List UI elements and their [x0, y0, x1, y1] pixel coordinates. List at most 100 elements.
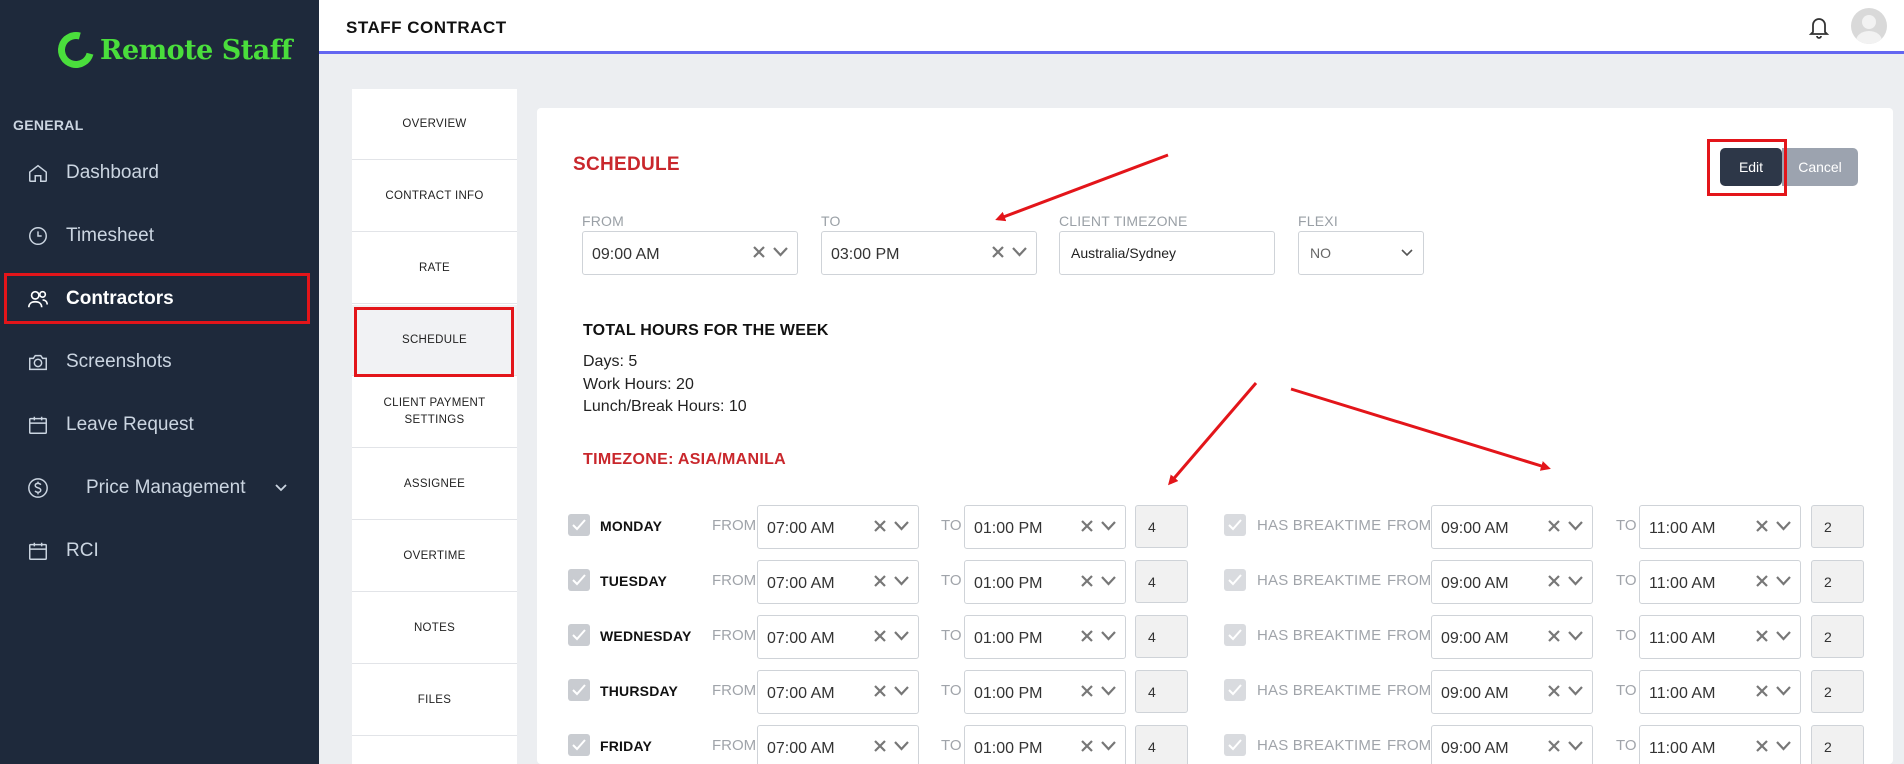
- chevron-down-icon[interactable]: [894, 521, 909, 531]
- clear-icon[interactable]: [991, 245, 1005, 259]
- break-from-select[interactable]: 09:00 AM: [1431, 725, 1593, 764]
- break-hours-field[interactable]: 2: [1811, 560, 1864, 603]
- clear-icon[interactable]: [873, 629, 887, 643]
- tab-files[interactable]: FILES: [352, 665, 517, 736]
- to-select[interactable]: 03:00 PM: [821, 231, 1037, 275]
- day-to-select[interactable]: 01:00 PM: [964, 505, 1126, 549]
- chevron-down-icon[interactable]: [894, 631, 909, 641]
- tab-overview[interactable]: OVERVIEW: [352, 89, 517, 160]
- chevron-down-icon[interactable]: [1776, 521, 1791, 531]
- day-to-select[interactable]: 01:00 PM: [964, 670, 1126, 714]
- day-checkbox[interactable]: [568, 734, 590, 756]
- day-checkbox[interactable]: [568, 569, 590, 591]
- day-hours-field[interactable]: 4: [1135, 505, 1188, 548]
- tab-notes[interactable]: NOTES: [352, 593, 517, 664]
- day-checkbox[interactable]: [568, 624, 590, 646]
- clear-icon[interactable]: [1547, 574, 1561, 588]
- chevron-down-icon[interactable]: [1101, 686, 1116, 696]
- day-checkbox[interactable]: [568, 679, 590, 701]
- clear-icon[interactable]: [752, 245, 766, 259]
- tab-rate[interactable]: RATE: [352, 233, 517, 304]
- clear-icon[interactable]: [873, 519, 887, 533]
- break-to-select[interactable]: 11:00 AM: [1639, 615, 1801, 659]
- clear-icon[interactable]: [1547, 739, 1561, 753]
- flexi-select[interactable]: NO: [1298, 231, 1424, 275]
- chevron-down-icon[interactable]: [1101, 521, 1116, 531]
- chevron-down-icon[interactable]: [894, 576, 909, 586]
- has-break-checkbox[interactable]: [1224, 624, 1246, 646]
- day-from-select[interactable]: 07:00 AM: [757, 560, 919, 604]
- chevron-down-icon[interactable]: [1568, 521, 1583, 531]
- avatar[interactable]: [1851, 8, 1887, 44]
- sidebar-item-dashboard[interactable]: Dashboard: [0, 148, 319, 198]
- chevron-down-icon[interactable]: [1012, 247, 1027, 257]
- tab-client-payment-settings[interactable]: CLIENT PAYMENT SETTINGS: [352, 377, 517, 448]
- clear-icon[interactable]: [1547, 684, 1561, 698]
- sidebar-item-price-management[interactable]: Price Management: [0, 463, 319, 513]
- break-hours-field[interactable]: 2: [1811, 505, 1864, 548]
- sidebar-item-screenshots[interactable]: Screenshots: [0, 337, 319, 387]
- brand-logo[interactable]: Remote Staff: [51, 25, 292, 75]
- clear-icon[interactable]: [873, 684, 887, 698]
- day-from-select[interactable]: 07:00 AM: [757, 670, 919, 714]
- has-break-checkbox[interactable]: [1224, 569, 1246, 591]
- tab-overtime[interactable]: OVERTIME: [352, 521, 517, 592]
- break-from-select[interactable]: 09:00 AM: [1431, 505, 1593, 549]
- chevron-down-icon[interactable]: [1401, 249, 1413, 257]
- chevron-down-icon[interactable]: [773, 247, 788, 257]
- clear-icon[interactable]: [873, 574, 887, 588]
- tab-schedule[interactable]: SCHEDULE: [352, 305, 517, 377]
- clear-icon[interactable]: [1547, 519, 1561, 533]
- day-hours-field[interactable]: 4: [1135, 670, 1188, 713]
- has-break-checkbox[interactable]: [1224, 514, 1246, 536]
- day-to-select[interactable]: 01:00 PM: [964, 560, 1126, 604]
- clear-icon[interactable]: [1755, 684, 1769, 698]
- clear-icon[interactable]: [1755, 519, 1769, 533]
- chevron-down-icon[interactable]: [1568, 741, 1583, 751]
- chevron-down-icon[interactable]: [1568, 686, 1583, 696]
- chevron-down-icon[interactable]: [1101, 576, 1116, 586]
- chevron-down-icon[interactable]: [1776, 631, 1791, 641]
- clear-icon[interactable]: [1755, 574, 1769, 588]
- chevron-down-icon[interactable]: [1776, 741, 1791, 751]
- day-hours-field[interactable]: 4: [1135, 560, 1188, 603]
- break-hours-field[interactable]: 2: [1811, 615, 1864, 658]
- chevron-down-icon[interactable]: [1568, 631, 1583, 641]
- clear-icon[interactable]: [1547, 629, 1561, 643]
- day-to-select[interactable]: 01:00 PM: [964, 725, 1126, 764]
- sidebar-item-contractors[interactable]: Contractors: [0, 273, 319, 324]
- bell-icon[interactable]: [1807, 14, 1831, 40]
- chevron-down-icon[interactable]: [274, 480, 288, 494]
- day-from-select[interactable]: 07:00 AM: [757, 615, 919, 659]
- sidebar-item-rci[interactable]: RCI: [0, 526, 319, 576]
- clear-icon[interactable]: [1080, 739, 1094, 753]
- chevron-down-icon[interactable]: [1101, 741, 1116, 751]
- chevron-down-icon[interactable]: [1101, 631, 1116, 641]
- break-to-select[interactable]: 11:00 AM: [1639, 725, 1801, 764]
- has-break-checkbox[interactable]: [1224, 679, 1246, 701]
- sidebar-item-leave-request[interactable]: Leave Request: [0, 400, 319, 450]
- tab-assignee[interactable]: ASSIGNEE: [352, 449, 517, 520]
- clear-icon[interactable]: [1080, 574, 1094, 588]
- break-from-select[interactable]: 09:00 AM: [1431, 560, 1593, 604]
- chevron-down-icon[interactable]: [894, 686, 909, 696]
- day-hours-field[interactable]: 4: [1135, 615, 1188, 658]
- day-from-select[interactable]: 07:00 AM: [757, 505, 919, 549]
- day-to-select[interactable]: 01:00 PM: [964, 615, 1126, 659]
- chevron-down-icon[interactable]: [1568, 576, 1583, 586]
- break-to-select[interactable]: 11:00 AM: [1639, 670, 1801, 714]
- break-to-select[interactable]: 11:00 AM: [1639, 560, 1801, 604]
- chevron-down-icon[interactable]: [894, 741, 909, 751]
- client-timezone-field[interactable]: Australia/Sydney: [1059, 231, 1275, 275]
- clear-icon[interactable]: [1080, 629, 1094, 643]
- chevron-down-icon[interactable]: [1776, 686, 1791, 696]
- break-hours-field[interactable]: 2: [1811, 670, 1864, 713]
- has-break-checkbox[interactable]: [1224, 734, 1246, 756]
- break-hours-field[interactable]: 2: [1811, 725, 1864, 764]
- day-from-select[interactable]: 07:00 AM: [757, 725, 919, 764]
- clear-icon[interactable]: [1080, 519, 1094, 533]
- clear-icon[interactable]: [1755, 739, 1769, 753]
- tab-contract-info[interactable]: CONTRACT INFO: [352, 161, 517, 232]
- sidebar-item-timesheet[interactable]: Timesheet: [0, 211, 319, 261]
- day-checkbox[interactable]: [568, 514, 590, 536]
